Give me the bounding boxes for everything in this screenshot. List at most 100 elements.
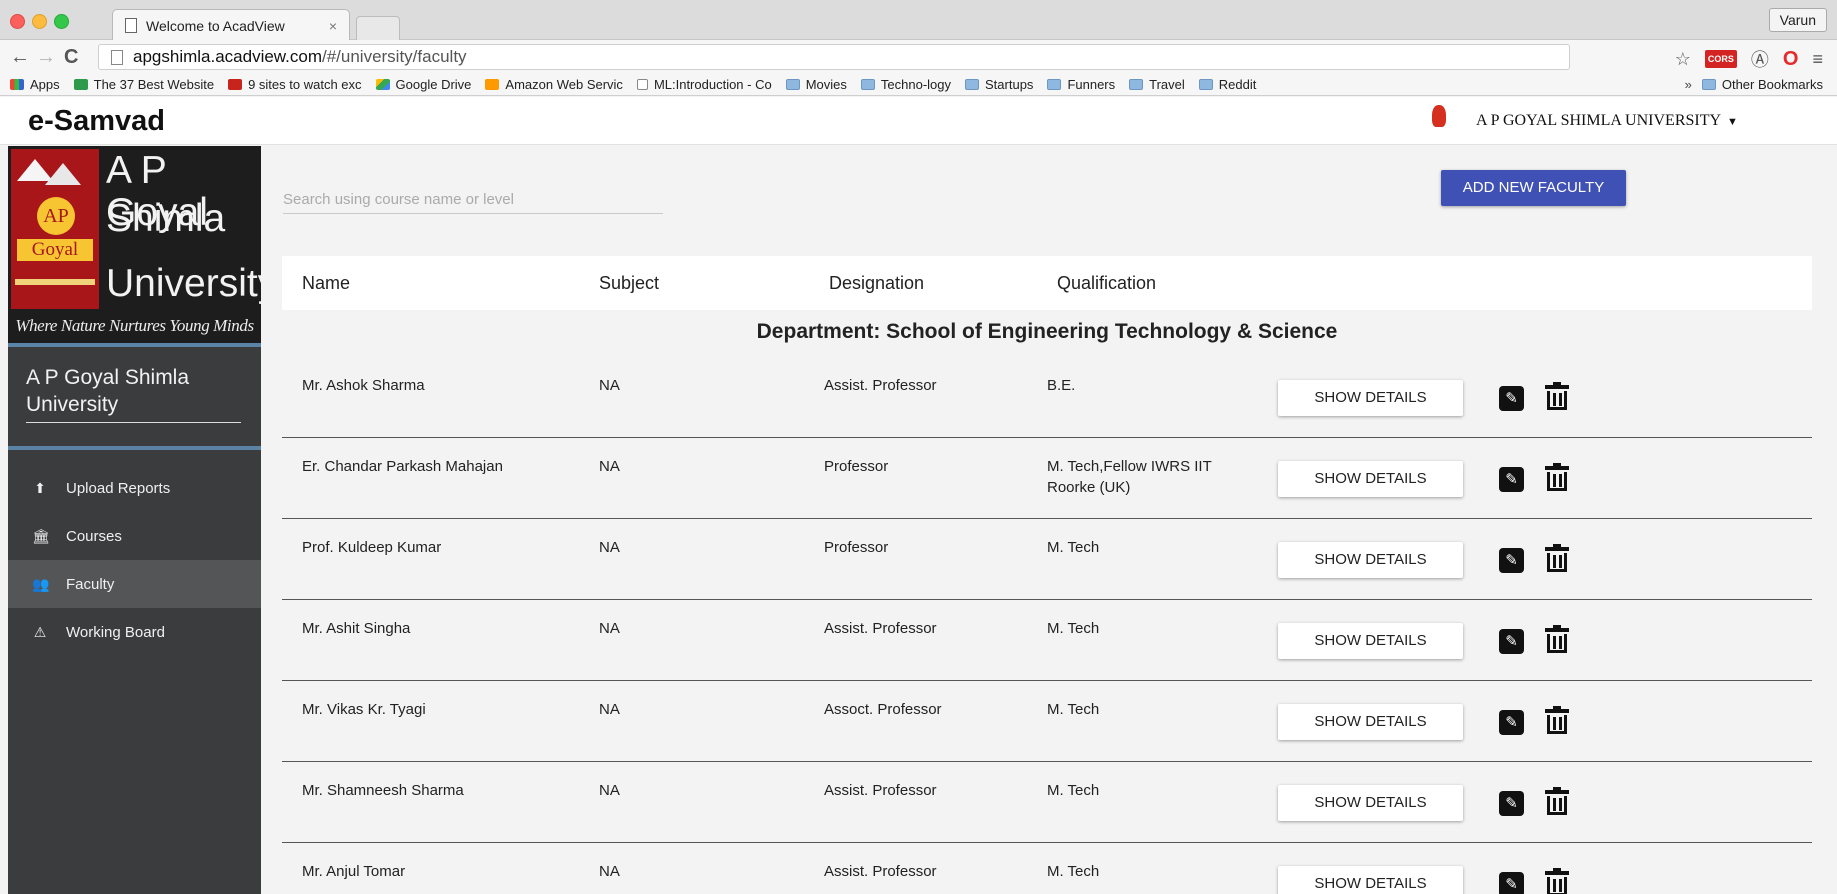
edit-pencil-icon[interactable]: ✎ bbox=[1499, 548, 1524, 573]
university-seal: AP Goyal bbox=[11, 149, 99, 309]
column-header-subject: Subject bbox=[599, 273, 660, 293]
trash-can bbox=[1547, 715, 1567, 734]
delete-trash-icon[interactable] bbox=[1544, 463, 1570, 494]
faculty-qualification: M. Tech bbox=[1047, 863, 1100, 880]
url-path: /#/university/faculty bbox=[321, 47, 467, 66]
reload-icon[interactable]: C bbox=[64, 46, 78, 69]
cors-extension-icon[interactable]: CORS bbox=[1704, 50, 1737, 68]
bookmark-icon bbox=[375, 79, 390, 90]
show-details-button[interactable]: SHOW DETAILS bbox=[1278, 704, 1463, 740]
bookmark-item[interactable]: Reddit bbox=[1198, 77, 1256, 92]
sidebar-divider bbox=[8, 343, 261, 347]
bookmark-item[interactable]: Funners bbox=[1047, 77, 1115, 92]
other-bookmarks[interactable]: Other Bookmarks bbox=[1701, 77, 1823, 92]
bookmark-item[interactable]: Amazon Web Servic bbox=[485, 77, 623, 92]
delete-trash-icon[interactable] bbox=[1544, 382, 1570, 413]
page-icon bbox=[125, 18, 137, 33]
show-details-button[interactable]: SHOW DETAILS bbox=[1278, 785, 1463, 821]
app-header: e-Samvad A P GOYAL SHIMLA UNIVERSITY ▼ bbox=[0, 97, 1837, 145]
edit-pencil-icon[interactable]: ✎ bbox=[1499, 467, 1524, 492]
edit-pencil-icon[interactable]: ✎ bbox=[1499, 629, 1524, 654]
faculty-qualification: M. Tech,Fellow IWRS IIT Roorke (UK) bbox=[1047, 458, 1212, 496]
close-tab-icon[interactable]: × bbox=[329, 18, 337, 34]
column-header-designation: Designation bbox=[829, 273, 925, 293]
opera-extension-icon[interactable]: O bbox=[1783, 48, 1799, 71]
bookmark-label: 9 sites to watch exc bbox=[248, 77, 362, 92]
faculty-name: Mr. Anjul Tomar bbox=[302, 863, 406, 880]
bookmark-star-icon[interactable]: ☆ bbox=[1675, 49, 1691, 70]
show-details-button[interactable]: SHOW DETAILS bbox=[1278, 623, 1463, 659]
show-details-button[interactable]: SHOW DETAILS bbox=[1278, 866, 1463, 894]
sidebar-item-upload-reports[interactable]: ⬆ Upload Reports bbox=[8, 464, 261, 512]
bookmarks-bar: Apps The 37 Best Website 9 sites to watch … bbox=[0, 74, 1837, 96]
faculty-qualification: M. Tech bbox=[1047, 620, 1100, 637]
faculty-designation: Professor bbox=[824, 539, 889, 556]
show-details-button[interactable]: SHOW DETAILS bbox=[1278, 380, 1463, 416]
angular-extension-icon[interactable]: Ⓐ bbox=[1751, 46, 1769, 72]
delete-trash-icon[interactable] bbox=[1544, 868, 1570, 894]
zoom-window-button[interactable] bbox=[54, 14, 69, 29]
trash-lid bbox=[1545, 706, 1569, 713]
bookmark-icon bbox=[228, 79, 243, 90]
logo-tagline: Where Nature Nurtures Young Minds bbox=[15, 316, 254, 335]
bookmark-item[interactable]: Techno-logy bbox=[860, 77, 952, 92]
sidebar-item-courses[interactable]: 🏛 Courses bbox=[8, 512, 261, 560]
add-new-faculty-button[interactable]: ADD NEW FACULTY bbox=[1441, 170, 1626, 206]
show-details-button[interactable]: SHOW DETAILS bbox=[1278, 461, 1463, 497]
close-window-button[interactable] bbox=[10, 14, 25, 29]
page-icon bbox=[111, 49, 123, 65]
university-dropdown[interactable]: A P GOYAL SHIMLA UNIVERSITY ▼ bbox=[1476, 112, 1738, 130]
caret-down-icon: ▼ bbox=[1727, 116, 1738, 128]
university-dropdown-label: A P GOYAL SHIMLA UNIVERSITY bbox=[1476, 112, 1722, 129]
faculty-designation: Assist. Professor bbox=[824, 863, 937, 880]
bookmark-item[interactable]: Startups bbox=[965, 77, 1033, 92]
edit-pencil-icon[interactable]: ✎ bbox=[1499, 872, 1524, 894]
mountain-icon bbox=[45, 163, 81, 185]
bookmark-item[interactable]: 9 sites to watch exc bbox=[228, 77, 362, 92]
faculty-subject: NA bbox=[599, 782, 620, 799]
edit-pencil-icon[interactable]: ✎ bbox=[1499, 710, 1524, 735]
bookmark-label: Travel bbox=[1149, 77, 1185, 92]
bookmark-label: Apps bbox=[30, 77, 60, 92]
delete-trash-icon[interactable] bbox=[1544, 706, 1570, 737]
sidebar-item-label: Upload Reports bbox=[66, 479, 171, 497]
bookmark-item[interactable]: Movies bbox=[785, 77, 847, 92]
faculty-subject: NA bbox=[599, 863, 620, 880]
menu-icon[interactable]: ≡ bbox=[1812, 49, 1823, 70]
bookmark-label: Techno-logy bbox=[880, 77, 952, 92]
address-bar[interactable]: apgshimla.acadview.com/#/university/facu… bbox=[98, 44, 1570, 70]
bookmark-label: The 37 Best Website bbox=[93, 77, 215, 92]
faculty-designation: Assoct. Professor bbox=[824, 701, 942, 718]
more-bookmarks-chevron-icon[interactable]: » bbox=[1685, 77, 1692, 92]
trash-lid bbox=[1545, 625, 1569, 632]
browser-tab[interactable]: Welcome to AcadView × bbox=[112, 9, 350, 41]
edit-pencil-icon[interactable]: ✎ bbox=[1499, 386, 1524, 411]
trash-can bbox=[1547, 877, 1567, 894]
delete-trash-icon[interactable] bbox=[1544, 787, 1570, 818]
bookmark-label: ML:Introduction - Co bbox=[653, 77, 772, 92]
search-input[interactable] bbox=[283, 186, 663, 214]
show-details-button[interactable]: SHOW DETAILS bbox=[1278, 542, 1463, 578]
bookmark-item[interactable]: ML:Introduction - Co bbox=[636, 77, 772, 92]
bookmark-item[interactable]: Travel bbox=[1129, 77, 1185, 92]
folder-icon bbox=[1129, 79, 1144, 90]
minimize-window-button[interactable] bbox=[32, 14, 47, 29]
forward-arrow-icon[interactable]: → bbox=[36, 46, 56, 69]
new-tab-button[interactable] bbox=[356, 16, 400, 40]
folder-icon bbox=[965, 79, 980, 90]
sidebar-item-faculty[interactable]: 👥 Faculty bbox=[8, 560, 261, 608]
profile-button[interactable]: Varun bbox=[1768, 8, 1827, 32]
back-arrow-icon[interactable]: ← bbox=[10, 46, 30, 69]
edit-pencil-icon[interactable]: ✎ bbox=[1499, 791, 1524, 816]
table-row: Mr. Ashit Singha NA Assist. Professor M. Te… bbox=[282, 600, 1812, 681]
faculty-name: Prof. Kuldeep Kumar bbox=[302, 539, 442, 556]
bookmark-item[interactable]: The 37 Best Website bbox=[73, 77, 215, 92]
faculty-table: Mr. Ashok Sharma NA Assist. Professor B.E. S… bbox=[282, 357, 1812, 894]
delete-trash-icon[interactable] bbox=[1544, 544, 1570, 575]
folder-icon bbox=[860, 79, 875, 90]
delete-trash-icon[interactable] bbox=[1544, 625, 1570, 656]
sidebar-item-working-board[interactable]: ⚠ Working Board bbox=[8, 608, 261, 656]
bookmark-item[interactable]: Google Drive bbox=[375, 77, 471, 92]
bookmark-item[interactable]: Apps bbox=[10, 77, 60, 92]
logo-text-line: University bbox=[106, 262, 261, 305]
